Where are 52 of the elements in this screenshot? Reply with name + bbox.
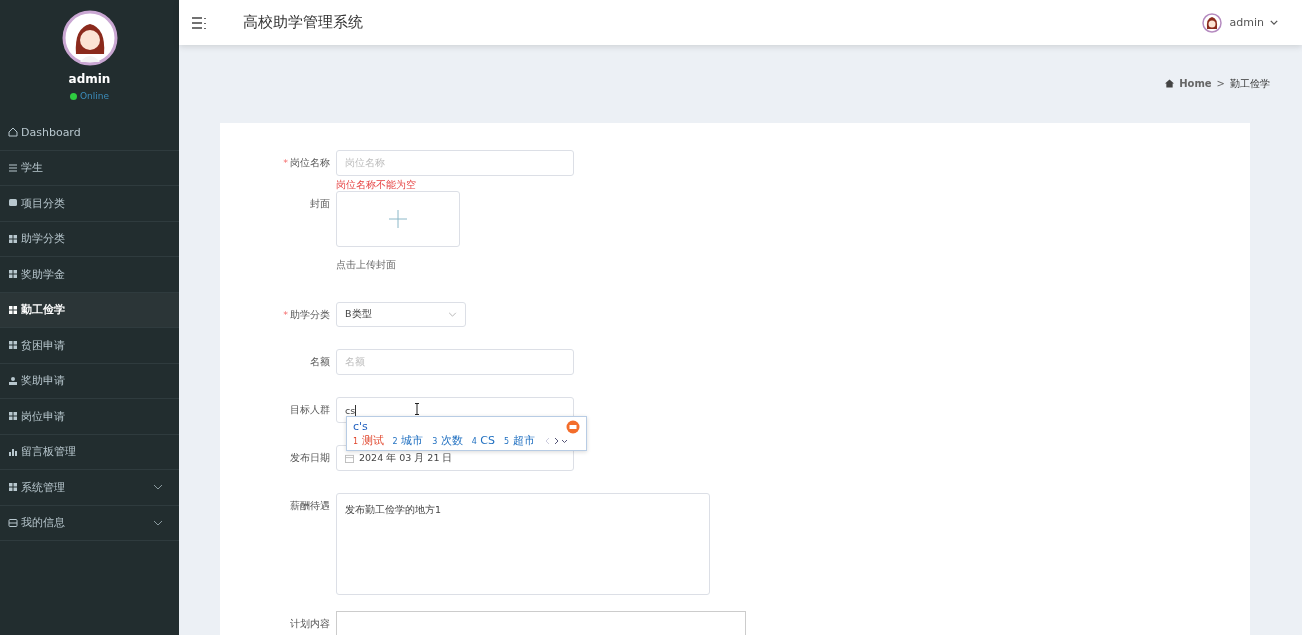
breadcrumb-item: 勤工俭学 — [1230, 76, 1270, 91]
composition-text: c's — [353, 420, 368, 433]
list-icon — [8, 162, 18, 173]
ime-candidate[interactable]: 3 次数 — [432, 433, 463, 448]
field-label: 岗位名称 — [290, 157, 330, 170]
app-title: 高校助学管理系统 — [243, 13, 363, 32]
required-mark: * — [283, 309, 288, 322]
date-field[interactable]: 2024 年 03 月 21 日 — [336, 445, 574, 471]
text-cursor-icon — [414, 403, 420, 415]
grid-icon — [8, 304, 18, 315]
user-icon — [8, 375, 18, 386]
textarea-field[interactable]: 发布勤工俭学的地方1 — [336, 493, 710, 595]
select-field[interactable]: B类型 — [336, 302, 466, 327]
ime-candidate[interactable]: 5 超市 — [504, 433, 535, 448]
calendar-icon — [345, 453, 354, 463]
required-mark: * — [283, 157, 288, 170]
grid-icon — [8, 411, 18, 422]
avatar — [1201, 12, 1222, 33]
field-label: 发布日期 — [290, 452, 330, 465]
grid-icon — [8, 233, 18, 244]
field-label: 助学分类 — [290, 309, 330, 322]
plus-icon — [388, 209, 408, 229]
ime-candidate[interactable]: 1 测试 — [353, 433, 384, 448]
breadcrumb-item[interactable]: Home — [1179, 78, 1212, 89]
field-label: 封面 — [310, 198, 330, 211]
chevron-down-icon — [1270, 20, 1278, 25]
grid-icon — [8, 269, 18, 280]
avatar — [61, 10, 118, 66]
bar-chart-icon — [8, 446, 18, 457]
error-message: 岗位名称不能为空 — [336, 178, 416, 192]
user-menu[interactable]: admin — [1229, 16, 1264, 29]
upload-hint: 点击上传封面 — [336, 258, 396, 272]
online-status: Online — [80, 91, 109, 101]
field-label: 薪酬待遇 — [290, 500, 330, 513]
card-icon — [8, 517, 18, 528]
keyboard-icon — [566, 419, 580, 434]
home-icon — [1165, 79, 1175, 88]
grid-icon — [8, 340, 18, 351]
grid-icon — [8, 482, 18, 493]
ime-candidate[interactable]: 4 CS — [471, 434, 496, 447]
chevron-down-icon — [448, 312, 457, 317]
home-icon — [8, 127, 18, 138]
menu-icon[interactable] — [191, 15, 207, 30]
online-status-dot — [70, 92, 77, 100]
sidebar-item[interactable]: 勤工俭学 — [0, 292, 179, 328]
box-icon — [8, 198, 18, 209]
user-name: admin — [68, 72, 111, 86]
field-label: 计划内容 — [290, 618, 330, 631]
breadcrumb-separator: > — [1216, 78, 1225, 89]
field-label: 名额 — [310, 356, 330, 369]
field-label: 目标人群 — [290, 404, 330, 417]
ime-candidate[interactable]: 2 城市 — [392, 433, 424, 448]
